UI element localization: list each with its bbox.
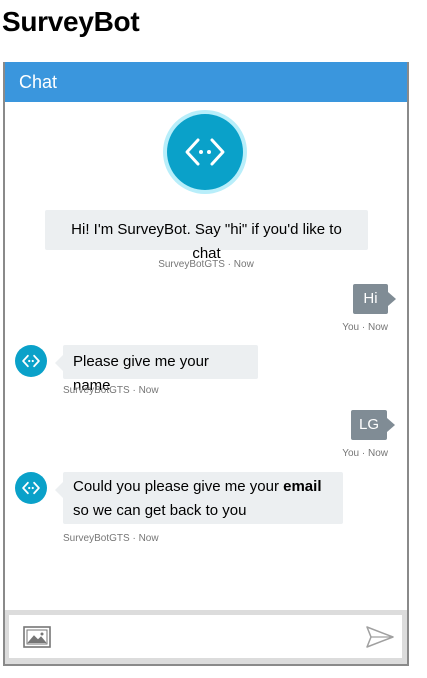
message-text-bold: email: [283, 478, 322, 495]
bot-message: Could you please give me your email so w…: [55, 472, 343, 524]
message-text: Hi! I'm SurveyBot. Say "hi" if you'd lik…: [71, 221, 342, 262]
bot-code-icon: [22, 481, 40, 495]
chat-message-input[interactable]: [65, 621, 349, 653]
message-text-before: Could you please give me your: [73, 478, 284, 495]
bot-avatar: [15, 472, 47, 504]
user-message: LG: [351, 410, 395, 440]
message-meta: SurveyBotGTS · Now: [158, 259, 254, 270]
page-title: SurveyBot: [2, 6, 140, 37]
bot-code-icon: [185, 138, 225, 166]
chat-input-bar: [5, 610, 407, 664]
message-meta: SurveyBotGTS · Now: [63, 533, 159, 544]
bot-avatar-large: [167, 114, 243, 190]
send-icon[interactable]: [366, 626, 394, 653]
user-message: Hi: [353, 284, 396, 314]
bot-avatar: [15, 345, 47, 377]
chat-header: Chat: [5, 62, 407, 102]
message-meta: You · Now: [342, 322, 388, 333]
message-text: LG: [358, 416, 379, 433]
message-meta: You · Now: [342, 448, 388, 459]
message-text: Hi: [363, 290, 378, 307]
chat-input-box: [9, 615, 402, 658]
bot-message: Hi! I'm SurveyBot. Say "hi" if you'd lik…: [45, 210, 368, 262]
bot-message: Please give me your name: [55, 345, 258, 394]
bot-code-icon: [22, 354, 40, 368]
chat-window: Chat Hi! I'm SurveyBot. Say "hi" if you'…: [3, 62, 409, 666]
image-upload-icon[interactable]: [23, 626, 51, 653]
message-text-after: so we can get back to you: [73, 502, 247, 519]
message-meta: SurveyBotGTS · Now: [63, 385, 159, 396]
